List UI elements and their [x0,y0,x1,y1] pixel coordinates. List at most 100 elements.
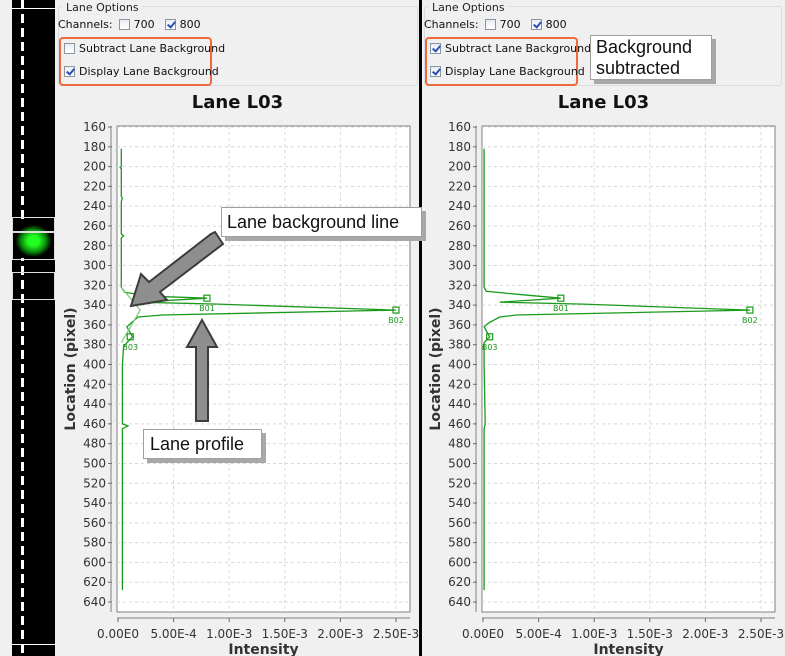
lane-profile-label: Lane profile [150,434,245,454]
subtract-background-label[interactable]: Subtract Lane Background [79,42,225,55]
y-tick-label: 300 [83,259,106,273]
lane-profile-callout: Lane profile [143,429,262,459]
y-tick-label: 400 [448,358,471,372]
channel-800-checkbox[interactable] [164,19,176,30]
y-tick-label: 540 [83,496,106,510]
y-tick-label: 360 [448,318,471,332]
display-background-label[interactable]: Display Lane Background [445,65,585,78]
lane-top-marker[interactable] [12,8,55,9]
y-tick-label: 460 [83,417,106,431]
y-axis-label: Location (pixel) [428,307,444,430]
y-axis-label: Location (pixel) [63,307,79,430]
x-tick-label: 5.00E-4 [150,627,196,641]
channel-800-checkbox[interactable] [530,19,542,30]
lane-bottom-marker[interactable] [12,644,55,645]
lane-options-legend: Lane Options [63,1,142,14]
channel-800-label[interactable]: 800 [180,18,201,31]
channel-800-label[interactable]: 800 [546,18,567,31]
y-tick-label: 420 [448,377,471,391]
y-tick-label: 340 [83,298,106,312]
y-tick-label: 320 [83,278,106,292]
channels-row: Channels: 700 800 [424,18,567,31]
x-tick-label: 5.00E-4 [515,627,561,641]
y-tick-label: 260 [448,219,471,233]
arrow-icon [129,230,225,308]
y-tick-label: 460 [448,417,471,431]
y-tick-label: 360 [83,318,106,332]
y-tick-label: 640 [448,595,471,609]
background-line-label: Lane background line [227,212,400,232]
plot-area [481,125,776,613]
subtract-background-row[interactable]: Subtract Lane Background [64,42,225,55]
y-tick-label: 600 [448,555,471,569]
background-box[interactable] [12,272,55,300]
y-tick-label: 280 [83,239,106,253]
y-tick-label: 540 [448,496,471,510]
y-tick-label: 640 [83,595,106,609]
y-tick-label: 440 [448,397,471,411]
x-axis-label: Intensity [593,642,663,656]
band-box-main[interactable] [12,231,55,260]
y-tick-label: 160 [83,120,106,134]
y-tick-label: 600 [83,555,106,569]
display-background-checkbox[interactable] [64,66,75,77]
x-tick-label: 2.50E-3 [738,627,784,641]
band-label: B01 [553,304,569,313]
channels-label: Channels: [58,18,113,31]
channel-700-checkbox[interactable] [484,19,496,30]
display-background-label[interactable]: Display Lane Background [79,65,219,78]
subtract-background-label[interactable]: Subtract Lane Background [445,42,591,55]
y-tick-label: 200 [448,160,471,174]
display-background-row[interactable]: Display Lane Background [64,65,219,78]
x-tick-label: 2.50E-3 [373,627,419,641]
x-tick-label: 1.00E-3 [206,627,252,641]
band-label: B03 [482,343,498,352]
y-tick-label: 220 [83,179,106,193]
display-background-checkbox[interactable] [430,66,441,77]
y-tick-label: 520 [448,476,471,490]
channel-700-label[interactable]: 700 [134,18,155,31]
y-tick-label: 260 [83,219,106,233]
y-tick-label: 220 [448,179,471,193]
y-tick-label: 380 [448,338,471,352]
x-tick-label: 0.00E0 [97,627,139,641]
x-axis-label: Intensity [228,642,298,656]
subtract-background-row[interactable]: Subtract Lane Background [430,42,591,55]
y-tick-label: 620 [83,575,106,589]
y-tick-label: 520 [83,476,106,490]
x-tick-label: 2.00E-3 [682,627,728,641]
lane-profile-chart-right[interactable]: 160 180 200 220 240 260 280 300 320 340 360 380 400 4… [422,110,785,656]
y-tick-label: 340 [448,298,471,312]
subtract-background-checkbox[interactable] [430,43,441,54]
y-tick-label: 500 [83,456,106,470]
y-tick-label: 160 [448,120,471,134]
band-label: B02 [388,316,404,325]
display-background-row[interactable]: Display Lane Background [430,65,585,78]
lane-profile-chart-left[interactable]: 160 180 200 220 240 260 280 300 320 340 360 380 400 4… [56,110,419,656]
channels-label: Channels: [424,18,479,31]
channel-700-checkbox[interactable] [118,19,130,30]
channels-row: Channels: 700 800 [58,18,201,31]
lane-strip[interactable] [12,0,55,656]
y-tick-label: 620 [448,575,471,589]
x-tick-label: 2.00E-3 [317,627,363,641]
background-line-arrow [129,230,225,308]
arrow-up-icon [185,318,219,422]
callout-line-2: subtracted [596,58,681,78]
lane-centerline [21,0,24,656]
y-tick-label: 580 [83,536,106,550]
y-tick-label: 180 [83,140,106,154]
y-tick-label: 200 [83,160,106,174]
background-line-callout: Lane background line [221,207,422,237]
y-tick-label: 560 [83,516,106,530]
subtract-background-checkbox[interactable] [64,43,75,54]
y-tick-label: 280 [448,239,471,253]
y-tick-label: 240 [448,199,471,213]
y-tick-label: 440 [83,397,106,411]
y-tick-label: 300 [448,259,471,273]
channel-700-label[interactable]: 700 [500,18,521,31]
y-tick-label: 560 [448,516,471,530]
band-label: B02 [742,316,758,325]
y-tick-label: 500 [448,456,471,470]
y-tick-label: 420 [83,377,106,391]
